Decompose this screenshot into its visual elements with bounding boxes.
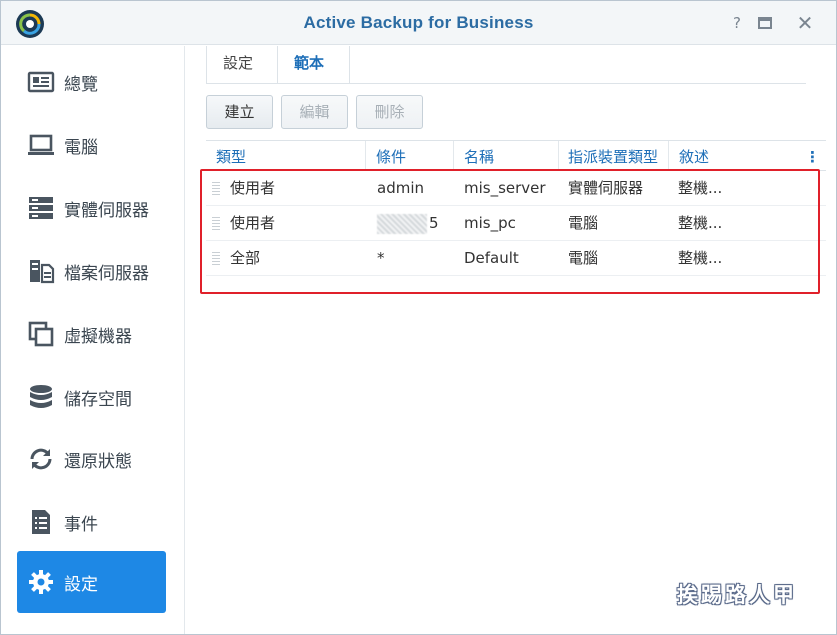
- gear-icon: [26, 567, 56, 597]
- cell-device-type: 實體伺服器: [568, 179, 644, 197]
- edit-button[interactable]: 編輯: [281, 95, 348, 129]
- cell-device-type: 電腦: [568, 214, 599, 232]
- cell-type: 使用者: [230, 179, 276, 197]
- overview-icon: [26, 67, 56, 97]
- tab-templates[interactable]: 範本: [277, 46, 350, 84]
- drag-handle-icon[interactable]: [212, 182, 220, 196]
- sidebar-item-label: 還原狀態: [64, 451, 132, 472]
- sidebar-item-label: 電腦: [64, 137, 98, 158]
- redacted-text: [377, 213, 427, 234]
- laptop-icon: [26, 130, 56, 160]
- app-window: Active Backup for Business ? ✕ 總覽 電腦 實體伺…: [0, 0, 837, 635]
- sidebar-item-label: 實體伺服器: [64, 200, 149, 221]
- storage-icon: [26, 382, 56, 412]
- sidebar-item-overview[interactable]: 總覽: [17, 51, 166, 113]
- file-server-icon: [26, 256, 56, 286]
- cell-condition: admin: [377, 179, 424, 197]
- watermark: 挨踢路人甲: [677, 582, 797, 607]
- templates-table: 類型 條件 名稱 指派裝置類型 敘述 ⋮ 使用者 admin mis_serve…: [206, 140, 826, 276]
- tab-settings[interactable]: 設定: [206, 46, 278, 84]
- sidebar-item-events[interactable]: 事件: [17, 491, 166, 553]
- sidebar-item-pc[interactable]: 電腦: [17, 114, 166, 176]
- virtual-machine-icon: [26, 319, 56, 349]
- table-row[interactable]: 使用者 5 mis_pc 電腦 整機...: [206, 206, 826, 241]
- cell-condition: *: [377, 249, 385, 267]
- main-panel: 設定 範本 建立 編輯 刪除 類型 條件 名稱 指派裝置類型 敘述 ⋮ 使用者 …: [186, 46, 836, 634]
- sidebar-item-label: 事件: [64, 514, 98, 535]
- cell-description: 整機...: [678, 214, 723, 232]
- sidebar-item-label: 總覽: [64, 74, 98, 95]
- sidebar-item-virtual-machine[interactable]: 虛擬機器: [17, 303, 166, 365]
- sidebar-item-file-server[interactable]: 檔案伺服器: [17, 240, 166, 302]
- column-header-condition[interactable]: 條件: [366, 141, 454, 171]
- close-icon[interactable]: ✕: [795, 13, 815, 33]
- help-icon[interactable]: ?: [727, 13, 747, 33]
- column-header-device-type[interactable]: 指派裝置類型: [559, 141, 669, 171]
- column-header-name[interactable]: 名稱: [454, 141, 559, 171]
- cell-name: mis_server: [464, 179, 546, 197]
- window-title: Active Backup for Business: [303, 13, 534, 32]
- sidebar-item-label: 儲存空間: [64, 389, 132, 410]
- cell-name: Default: [464, 249, 519, 267]
- delete-button[interactable]: 刪除: [356, 95, 423, 129]
- column-header-description[interactable]: 敘述: [669, 141, 799, 171]
- column-menu-icon[interactable]: ⋮: [799, 141, 826, 171]
- restore-icon: [26, 444, 56, 474]
- maximize-icon[interactable]: [755, 13, 775, 33]
- cell-description: 整機...: [678, 179, 723, 197]
- sidebar-item-physical-server[interactable]: 實體伺服器: [17, 177, 166, 239]
- sidebar-item-label: 設定: [64, 574, 98, 595]
- cell-condition: 5: [377, 206, 439, 241]
- drag-handle-icon[interactable]: [212, 217, 220, 231]
- table-row[interactable]: 全部 * Default 電腦 整機...: [206, 241, 826, 276]
- cell-type: 全部: [230, 249, 261, 267]
- sidebar-item-label: 檔案伺服器: [64, 263, 149, 284]
- sidebar-item-storage[interactable]: 儲存空間: [17, 366, 166, 428]
- cell-type: 使用者: [230, 214, 276, 232]
- column-header-type[interactable]: 類型: [206, 141, 366, 171]
- server-icon: [26, 193, 56, 223]
- event-list-icon: [26, 507, 56, 537]
- drag-handle-icon[interactable]: [212, 252, 220, 266]
- table-header: 類型 條件 名稱 指派裝置類型 敘述 ⋮: [206, 140, 826, 171]
- sidebar-item-settings[interactable]: 設定: [17, 551, 166, 613]
- table-row[interactable]: 使用者 admin mis_server 實體伺服器 整機...: [206, 171, 826, 206]
- sidebar-item-label: 虛擬機器: [64, 326, 132, 347]
- title-bar: Active Backup for Business ? ✕: [1, 1, 836, 45]
- create-button[interactable]: 建立: [206, 95, 273, 129]
- cell-device-type: 電腦: [568, 249, 599, 267]
- tab-bar: 設定 範本: [206, 46, 806, 84]
- cell-description: 整機...: [678, 249, 723, 267]
- sidebar: 總覽 電腦 實體伺服器 檔案伺服器 虛擬機器 儲存空間 還原狀態 事件 設定: [1, 46, 185, 634]
- sidebar-item-restore-status[interactable]: 還原狀態: [17, 428, 166, 490]
- cell-name: mis_pc: [464, 214, 516, 232]
